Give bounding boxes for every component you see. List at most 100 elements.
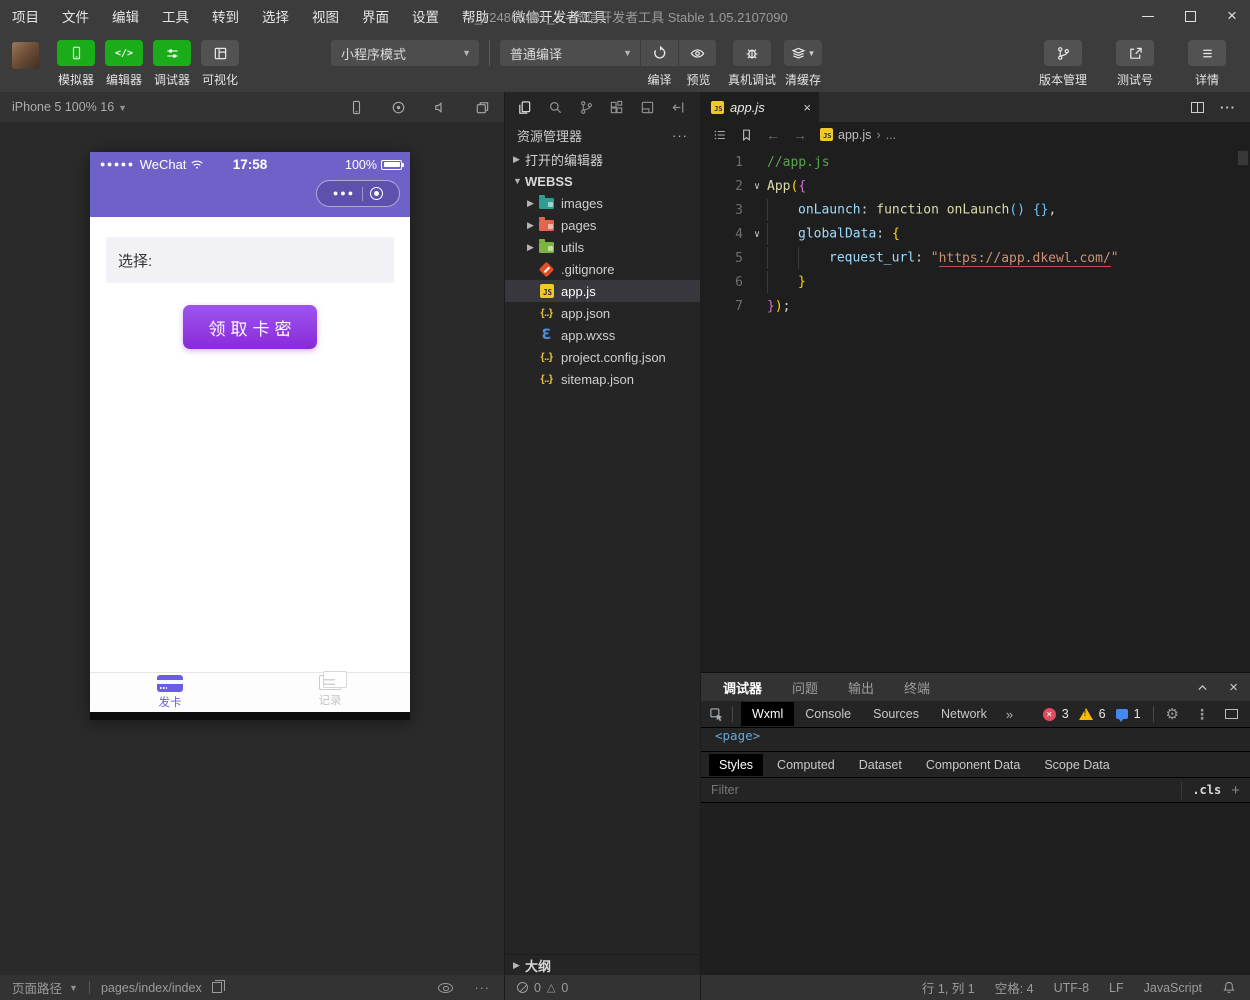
style-tab-component-data[interactable]: Component Data: [916, 754, 1031, 776]
debugger-tab-2[interactable]: 输出: [848, 678, 874, 697]
console-badges[interactable]: ✕ 3 6 1: [1043, 707, 1145, 721]
user-avatar[interactable]: [12, 42, 39, 69]
file-row-app-json[interactable]: {..}app.json: [505, 302, 700, 324]
menu-item-7[interactable]: 界面: [362, 6, 389, 26]
devtools-tab-wxml[interactable]: Wxml: [741, 702, 794, 726]
toolbar-layout-button[interactable]: 可视化: [197, 40, 243, 92]
get-card-button[interactable]: 领取卡密: [183, 305, 317, 349]
screenshot-icon[interactable]: [475, 100, 490, 115]
eye-icon[interactable]: [438, 983, 453, 993]
add-style-icon[interactable]: +: [1231, 782, 1250, 799]
devtools-tab-console[interactable]: Console: [794, 702, 862, 726]
close-button[interactable]: ×: [1224, 8, 1240, 24]
debugger-tab-3[interactable]: 终端: [904, 678, 930, 697]
device-selector[interactable]: iPhone 5 100% 16▼: [12, 100, 127, 114]
style-tab-computed[interactable]: Computed: [767, 754, 845, 776]
file-row-pages[interactable]: ▶pages: [505, 214, 700, 236]
extensions-icon[interactable]: [609, 100, 624, 115]
files-icon[interactable]: [517, 100, 532, 115]
outline-list-icon[interactable]: [713, 128, 727, 142]
debugger-tab-1[interactable]: 问题: [792, 678, 818, 697]
collapse-sidebar-icon[interactable]: [671, 100, 686, 115]
devtools-tab-network[interactable]: Network: [930, 702, 998, 726]
project-root[interactable]: ▼ WEBSS: [505, 170, 700, 192]
page-path-label[interactable]: 页面路径: [12, 978, 62, 997]
search-icon[interactable]: [548, 100, 563, 115]
remote-debug-button[interactable]: 真机调试: [728, 40, 776, 92]
status-item-2[interactable]: UTF-8: [1054, 981, 1089, 995]
gear-icon[interactable]: ⚙: [1166, 705, 1179, 723]
npm-icon[interactable]: [640, 100, 655, 115]
dock-side-icon[interactable]: [1225, 709, 1238, 719]
toolbar-external-button[interactable]: 测试号: [1106, 40, 1164, 88]
scrollbar-thumb[interactable]: [1238, 151, 1248, 165]
file-row-images[interactable]: ▶images: [505, 192, 700, 214]
menu-item-8[interactable]: 设置: [412, 6, 439, 26]
bell-icon[interactable]: [1222, 980, 1236, 995]
collapse-panel-icon[interactable]: [1196, 681, 1209, 694]
capsule-menu[interactable]: ●●●: [316, 180, 400, 207]
breadcrumb-file[interactable]: JS app.js › ...: [820, 127, 896, 142]
cls-toggle[interactable]: .cls: [1181, 782, 1231, 799]
picker-field[interactable]: 选择:: [106, 237, 394, 283]
menu-item-4[interactable]: 转到: [212, 6, 239, 26]
devtools-tab-sources[interactable]: Sources: [862, 702, 930, 726]
wxml-page-node[interactable]: <page>: [715, 728, 760, 743]
menu-item-2[interactable]: 编辑: [112, 6, 139, 26]
phone-tab-0[interactable]: 发卡: [90, 673, 250, 712]
close-panel-icon[interactable]: ×: [1229, 679, 1238, 696]
more-icon[interactable]: ···: [475, 981, 491, 995]
forward-icon[interactable]: →: [793, 127, 807, 143]
menu-item-5[interactable]: 选择: [262, 6, 289, 26]
mode-select[interactable]: 小程序模式▼: [331, 40, 479, 66]
style-tab-dataset[interactable]: Dataset: [849, 754, 912, 776]
menu-item-1[interactable]: 文件: [62, 6, 89, 26]
status-item-1[interactable]: 空格: 4: [995, 978, 1034, 997]
wxml-tree[interactable]: <page>: [701, 728, 1250, 752]
toolbar-sliders-button[interactable]: 调试器: [149, 40, 195, 92]
back-icon[interactable]: ←: [766, 127, 780, 143]
copy-path-icon[interactable]: [212, 982, 222, 993]
editor-more-icon[interactable]: ···: [1220, 100, 1236, 115]
menu-item-3[interactable]: 工具: [162, 6, 189, 26]
file-row-sitemap-json[interactable]: {..}sitemap.json: [505, 368, 700, 390]
outline-section[interactable]: ▶ 大纲: [505, 954, 700, 975]
bookmark-icon[interactable]: [740, 128, 753, 142]
source-control-icon[interactable]: [579, 100, 594, 115]
kebab-menu-icon[interactable]: ⋮: [1195, 706, 1209, 723]
file-row-project-config-json[interactable]: {..}project.config.json: [505, 346, 700, 368]
file-row-utils[interactable]: ▶utils: [505, 236, 700, 258]
toolbar-phone-button[interactable]: 模拟器: [53, 40, 99, 92]
menu-item-6[interactable]: 视图: [312, 6, 339, 26]
record-icon[interactable]: [391, 100, 406, 115]
debugger-tab-0[interactable]: 调试器: [723, 678, 762, 697]
explorer-more-icon[interactable]: ···: [672, 128, 688, 143]
filter-input[interactable]: [701, 783, 1181, 797]
status-item-0[interactable]: 行 1, 列 1: [922, 978, 975, 997]
code-editor[interactable]: 1//app.js2∨App({3onLaunch: function onLa…: [701, 147, 1250, 672]
toolbar-hamburger-button[interactable]: 详情: [1178, 40, 1236, 88]
compile-button[interactable]: [640, 40, 678, 66]
capsule-close-icon[interactable]: [370, 187, 383, 200]
style-tab-styles[interactable]: Styles: [709, 754, 763, 776]
phone-tab-1[interactable]: 记录: [250, 673, 410, 712]
file-row--gitignore[interactable]: .gitignore: [505, 258, 700, 280]
compile-select[interactable]: 普通编译▼: [500, 40, 640, 66]
device-frame-icon[interactable]: [349, 100, 364, 115]
more-tabs-icon[interactable]: »: [1006, 707, 1013, 722]
split-editor-icon[interactable]: [1191, 102, 1204, 113]
more-dots-icon[interactable]: ●●●: [333, 188, 355, 198]
menu-item-0[interactable]: 项目: [12, 6, 39, 26]
editor-tab-appjs[interactable]: JS app.js ×: [701, 92, 819, 122]
maximize-button[interactable]: [1182, 8, 1198, 24]
minimize-button[interactable]: [1140, 8, 1156, 24]
toolbar-branch-button[interactable]: 版本管理: [1034, 40, 1092, 88]
statusbar-problems[interactable]: 0 △ 0: [505, 975, 701, 1000]
preview-button[interactable]: [678, 40, 716, 66]
file-row-app-js[interactable]: JSapp.js: [505, 280, 700, 302]
status-item-4[interactable]: JavaScript: [1144, 981, 1202, 995]
style-tab-scope-data[interactable]: Scope Data: [1034, 754, 1119, 776]
inspect-element-icon[interactable]: [709, 707, 724, 722]
status-item-3[interactable]: LF: [1109, 981, 1124, 995]
sound-icon[interactable]: [433, 100, 448, 115]
